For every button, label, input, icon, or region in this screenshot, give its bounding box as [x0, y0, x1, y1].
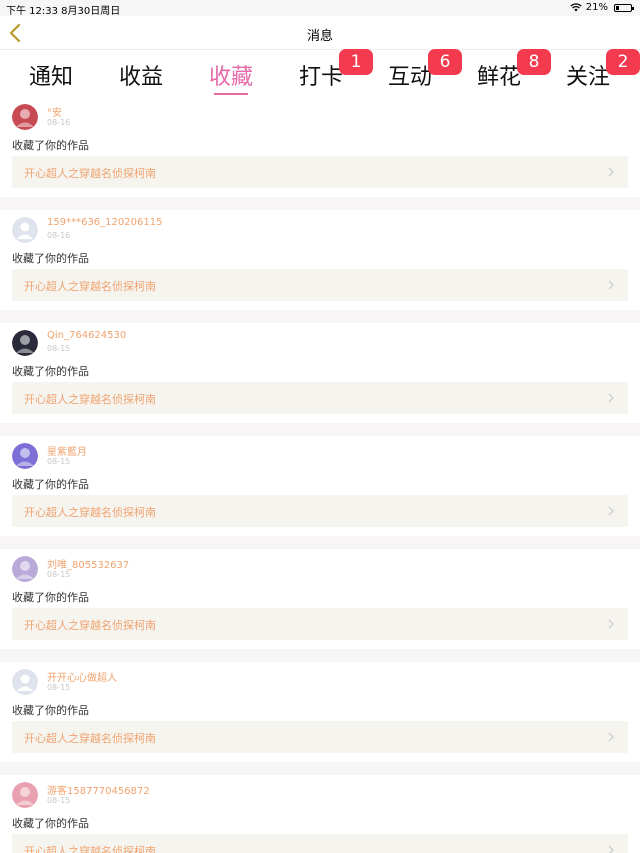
- message-date: 08-15: [47, 570, 71, 579]
- work-link[interactable]: 开心超人之穿越名侦探柯南: [12, 269, 628, 301]
- work-title: 开心超人之穿越名侦探柯南: [24, 167, 156, 180]
- photo-avatar[interactable]: [12, 104, 38, 130]
- tab-notifications[interactable]: 通知: [11, 59, 91, 91]
- battery-icon: [614, 3, 634, 12]
- user-photo-icon: [12, 556, 38, 582]
- page-title: 消息: [306, 29, 333, 44]
- message-card: 刘唯_805532637 08-15 收藏了你的作品开心超人之穿越名侦探柯南: [0, 549, 640, 649]
- action-text: 收藏了你的作品: [12, 365, 89, 378]
- work-title: 开心超人之穿越名侦探柯南: [24, 732, 156, 745]
- tab-checkin[interactable]: 打卡 1: [281, 49, 373, 91]
- message-date: 08-15: [47, 457, 71, 466]
- card-separator: [0, 310, 640, 323]
- card-separator: [0, 536, 640, 549]
- tab-label: 鲜花: [476, 65, 521, 90]
- default-user-icon: [12, 217, 38, 243]
- work-link[interactable]: 开心超人之穿越名侦探柯南: [12, 721, 628, 753]
- action-text: 收藏了你的作品: [12, 478, 89, 491]
- message-card: Qin_764624530 08-15 收藏了你的作品开心超人之穿越名侦探柯南: [0, 323, 640, 423]
- user-photo-icon: [12, 330, 38, 356]
- chevron-right-icon: [608, 732, 614, 742]
- photo-avatar[interactable]: [12, 556, 38, 582]
- wifi-icon: [570, 3, 582, 12]
- action-text: 收藏了你的作品: [12, 591, 89, 604]
- action-text: 收藏了你的作品: [12, 704, 89, 717]
- unread-count-badge: 1: [339, 49, 373, 75]
- message-card: 开开心心做超人 08-15 收藏了你的作品开心超人之穿越名侦探柯南: [0, 662, 640, 762]
- battery-percent: 21%: [585, 2, 608, 13]
- work-title: 开心超人之穿越名侦探柯南: [24, 393, 156, 406]
- work-link[interactable]: 开心超人之穿越名侦探柯南: [12, 382, 628, 414]
- user-photo-icon: [12, 782, 38, 808]
- tab-label: 互动: [387, 65, 432, 90]
- username-link[interactable]: 159***636_120206115: [47, 217, 162, 228]
- chevron-right-icon: [608, 845, 614, 853]
- work-title: 开心超人之穿越名侦探柯南: [24, 845, 156, 853]
- username-link[interactable]: 刘唯_805532637: [47, 556, 129, 571]
- username-link[interactable]: 星紫藍月: [47, 443, 87, 458]
- work-link[interactable]: 开心超人之穿越名侦探柯南: [12, 495, 628, 527]
- tab-follows[interactable]: 关注 2: [548, 49, 640, 91]
- card-separator: [0, 762, 640, 775]
- tab-active-indicator: [214, 93, 248, 95]
- card-separator: [0, 649, 640, 662]
- default-user-icon: [12, 669, 38, 695]
- message-card: 游客1587770456872 08-15 收藏了你的作品开心超人之穿越名侦探柯南: [0, 775, 640, 853]
- work-link[interactable]: 开心超人之穿越名侦探柯南: [12, 834, 628, 853]
- card-separator: [0, 197, 640, 210]
- status-bar: 下午 12:33 8月30日周日 21%: [0, 0, 640, 17]
- tab-bar: 通知 收益 收藏 打卡 1 互动 6 鲜花 8 关注 2: [0, 49, 640, 97]
- message-card: 星紫藍月 08-15 收藏了你的作品开心超人之穿越名侦探柯南: [0, 436, 640, 536]
- default-avatar[interactable]: [12, 217, 38, 243]
- chevron-right-icon: [608, 619, 614, 629]
- action-text: 收藏了你的作品: [12, 139, 89, 152]
- chevron-right-icon: [608, 167, 614, 177]
- battery-fill: [616, 5, 619, 10]
- tab-earnings[interactable]: 收益: [101, 59, 181, 91]
- tab-flowers[interactable]: 鲜花 8: [459, 49, 551, 91]
- photo-avatar[interactable]: [12, 782, 38, 808]
- unread-count-badge: 2: [606, 49, 640, 75]
- unread-count-badge: 8: [517, 49, 551, 75]
- work-link[interactable]: 开心超人之穿越名侦探柯南: [12, 156, 628, 188]
- chevron-right-icon: [608, 280, 614, 290]
- work-title: 开心超人之穿越名侦探柯南: [24, 506, 156, 519]
- nav-bar: 消息: [0, 16, 640, 50]
- work-title: 开心超人之穿越名侦探柯南: [24, 280, 156, 293]
- work-link[interactable]: 开心超人之穿越名侦探柯南: [12, 608, 628, 640]
- status-time-date: 下午 12:33 8月30日周日: [6, 6, 121, 17]
- username-link[interactable]: 游客1587770456872: [47, 782, 150, 797]
- work-title: 开心超人之穿越名侦探柯南: [24, 619, 156, 632]
- status-indicators: 21%: [570, 2, 634, 13]
- chevron-right-icon: [608, 506, 614, 516]
- message-feed[interactable]: °安 08-16 收藏了你的作品 开心超人之穿越名侦探柯南 159***636_1202…: [0, 97, 640, 853]
- user-photo-icon: [12, 443, 38, 469]
- chevron-right-icon: [608, 393, 614, 403]
- tab-label: 通知: [28, 65, 73, 90]
- username-link[interactable]: 开开心心做超人: [47, 669, 117, 684]
- tab-favorites[interactable]: 收藏: [191, 59, 271, 95]
- card-separator: [0, 423, 640, 436]
- tab-label: 收益: [118, 65, 163, 90]
- message-date: 08-16: [47, 231, 71, 240]
- photo-avatar[interactable]: [12, 330, 38, 356]
- tab-label: 关注: [565, 65, 610, 90]
- action-text: 收藏了你的作品: [12, 252, 89, 265]
- user-photo-icon: [12, 104, 38, 130]
- action-text: 收藏了你的作品: [12, 817, 89, 830]
- tab-label: 收藏: [208, 65, 253, 90]
- tab-interactions[interactable]: 互动 6: [370, 49, 462, 91]
- tab-label: 打卡: [298, 65, 343, 90]
- default-avatar[interactable]: [12, 669, 38, 695]
- username-link[interactable]: Qin_764624530: [47, 330, 126, 341]
- message-date: 08-15: [47, 344, 71, 353]
- message-card: 159***636_120206115 08-16 收藏了你的作品开心超人之穿越名侦…: [0, 210, 640, 310]
- message-date: 08-15: [47, 796, 71, 805]
- message-date: 08-15: [47, 683, 71, 692]
- username-link[interactable]: °安: [47, 104, 62, 119]
- message-date: 08-16: [47, 118, 71, 127]
- message-card: °安 08-16 收藏了你的作品开心超人之穿越名侦探柯南: [0, 97, 640, 197]
- unread-count-badge: 6: [428, 49, 462, 75]
- photo-avatar[interactable]: [12, 443, 38, 469]
